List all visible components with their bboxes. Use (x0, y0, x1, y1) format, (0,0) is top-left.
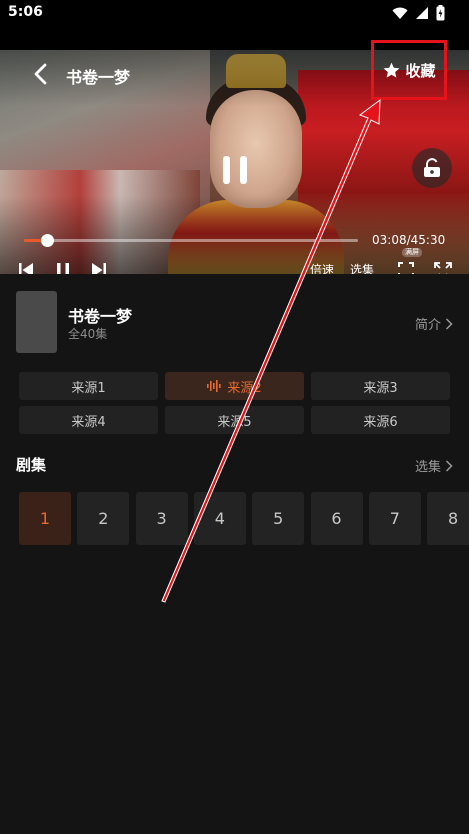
status-time: 5:06 (8, 4, 43, 20)
source-label: 来源3 (363, 380, 398, 396)
video-player[interactable]: 书卷一梦 收藏 03:08/45:30 倍速 选集 满屏 (0, 26, 469, 274)
time-readout: 03:08/45:30 (372, 233, 446, 247)
video-title: 书卷一梦 (66, 68, 131, 87)
source-label: 来源5 (217, 414, 252, 430)
progress-bar[interactable] (24, 234, 358, 247)
player-select-episode-button[interactable]: 选集 (350, 261, 374, 274)
wifi-icon (392, 7, 408, 19)
episode-item[interactable]: 4 (193, 492, 246, 545)
source-chip[interactable]: 来源5 (165, 406, 304, 434)
episode-item[interactable]: 6 (310, 492, 363, 545)
status-bar: 5:06 (0, 0, 469, 26)
collect-button[interactable]: 收藏 (371, 40, 447, 100)
episode-count: 全40集 (68, 327, 108, 341)
chevron-right-icon (445, 317, 453, 330)
star-icon (384, 62, 400, 78)
select-episode-label: 选集 (414, 460, 441, 475)
intro-label: 简介 (414, 318, 441, 333)
source-label: 来源6 (363, 414, 398, 430)
episode-item[interactable]: 7 (368, 492, 421, 545)
chevron-right-icon (445, 459, 453, 472)
battery-icon (436, 5, 445, 21)
fullscreen-icon[interactable] (434, 262, 452, 274)
episode-item[interactable]: 5 (252, 492, 305, 545)
episodes-header: 剧集 选集 (16, 454, 453, 476)
source-chip[interactable]: 来源3 (311, 372, 450, 400)
screen-lock-button[interactable] (412, 148, 452, 188)
pause-icon[interactable] (55, 262, 71, 274)
source-list: 来源1 来源2 来源3 来源4 来源5 来源6 (19, 372, 453, 434)
source-label: 来源2 (227, 380, 262, 396)
source-chip[interactable]: 来源1 (19, 372, 158, 400)
fill-screen-badge: 满屏 (402, 248, 422, 257)
pause-large-icon[interactable] (220, 154, 250, 186)
collect-label: 收藏 (405, 61, 436, 80)
signal-icon (416, 7, 428, 19)
progress-handle[interactable] (40, 234, 54, 247)
show-info: 书卷一梦 全40集 简介 (16, 291, 453, 353)
source-label: 来源4 (71, 414, 106, 430)
previous-icon[interactable] (18, 262, 34, 274)
back-arrow-icon[interactable] (30, 62, 54, 86)
episode-item[interactable]: 3 (135, 492, 188, 545)
source-chip[interactable]: 来源6 (311, 406, 450, 434)
source-chip[interactable]: 来源4 (19, 406, 158, 434)
total-time: 45:30 (410, 233, 446, 247)
episode-item[interactable]: 8 (427, 492, 469, 545)
episode-item[interactable]: 1 (19, 492, 71, 545)
source-chip[interactable]: 来源2 (165, 372, 304, 400)
next-icon[interactable] (91, 262, 107, 274)
episode-item[interactable]: 2 (77, 492, 130, 545)
show-title: 书卷一梦 (68, 307, 133, 326)
intro-link[interactable]: 简介 (415, 314, 453, 333)
fill-screen-icon[interactable] (398, 262, 414, 274)
sound-wave-icon (207, 380, 221, 392)
unlock-icon (424, 158, 440, 177)
episodes-title: 剧集 (16, 456, 47, 474)
episode-list: 12345678 (19, 492, 469, 545)
current-time: 03:08 (372, 233, 407, 247)
select-episode-link[interactable]: 选集 (415, 456, 453, 475)
source-label: 来源1 (71, 380, 106, 396)
speed-button[interactable]: 倍速 (310, 261, 334, 274)
show-poster (16, 291, 57, 353)
status-icons (392, 5, 445, 21)
